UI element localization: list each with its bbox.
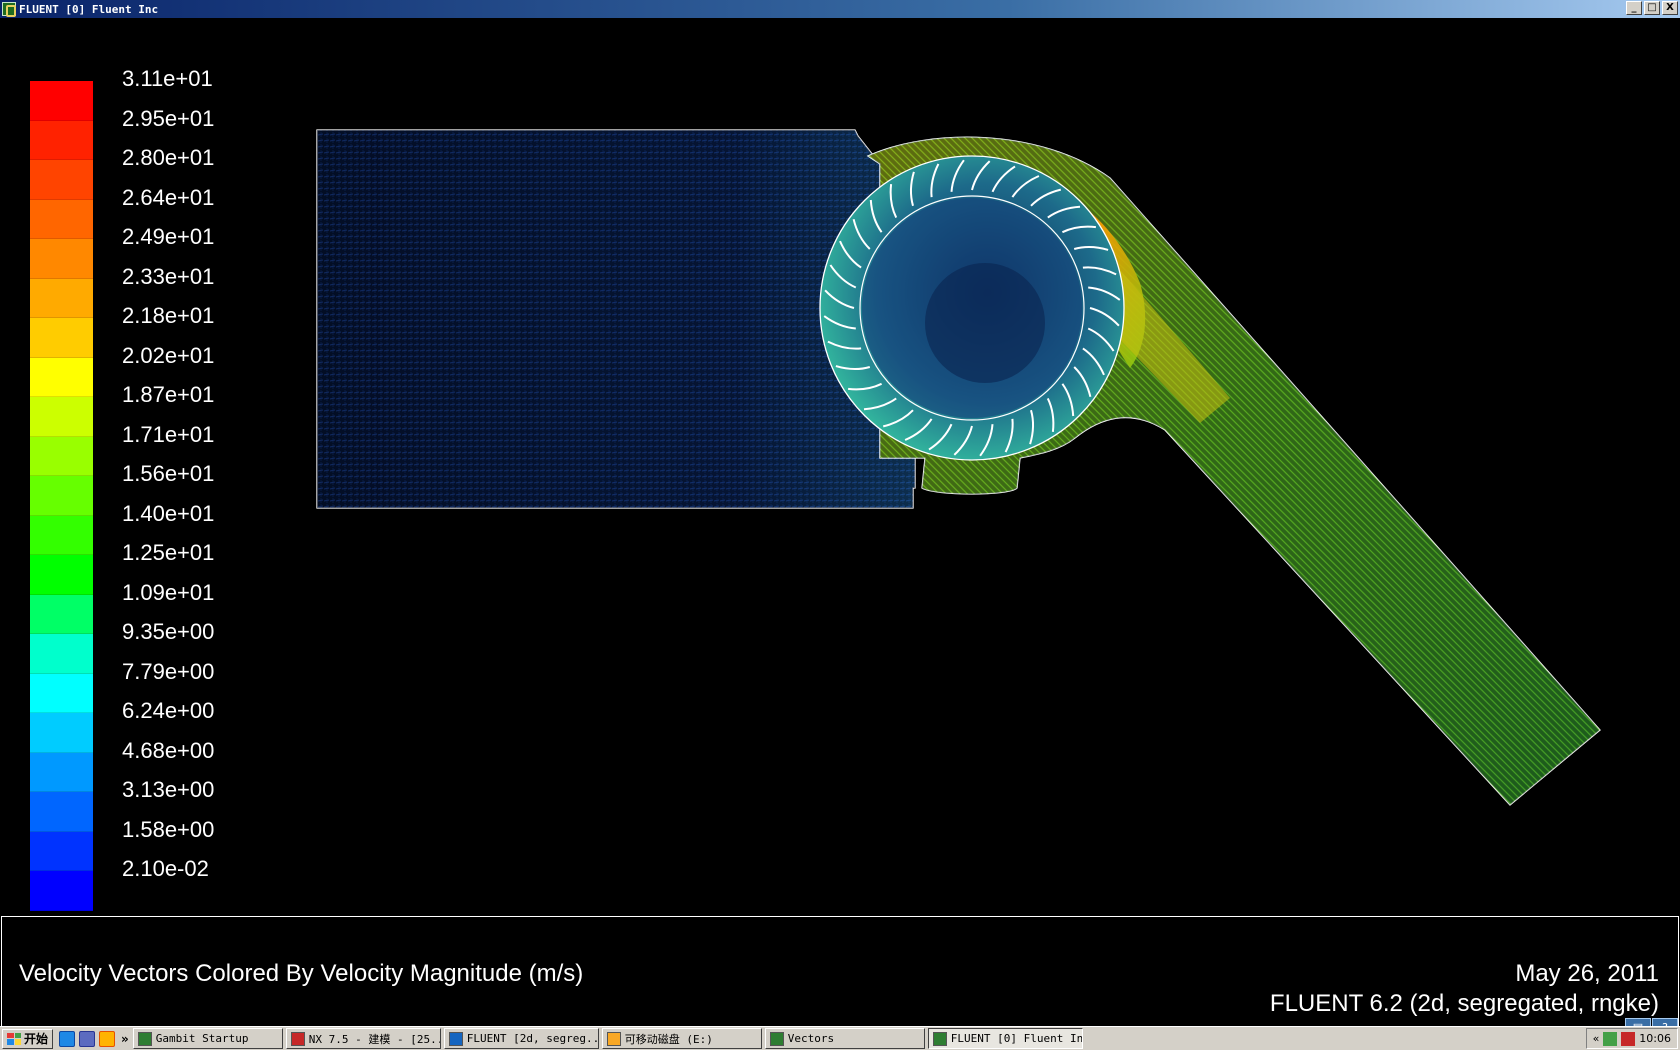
task-app-icon — [932, 1031, 947, 1046]
graphics-display[interactable]: 3.11e+01 2.95e+01 2.80e+01 2.64e+01 2.49e+01… — [0, 18, 1680, 1038]
tray-expand-icon[interactable]: « — [1593, 1032, 1600, 1045]
desktop-icon[interactable] — [79, 1030, 96, 1047]
quick-launch — [59, 1030, 116, 1047]
taskbar-task-button[interactable]: 可移动磁盘 (E:) — [601, 1028, 762, 1049]
taskbar-task-button[interactable]: FLUENT [0] Fluent Inc — [927, 1028, 1083, 1049]
window-controls: _ □ X — [1626, 1, 1678, 15]
start-button[interactable]: 开始 — [2, 1028, 54, 1049]
windows-logo-icon — [7, 1032, 21, 1045]
velocity-vector-plot — [316, 129, 1601, 806]
task-buttons: Gambit Startup NX 7.5 - 建模 - [25... FLUENT… — [132, 1028, 1086, 1049]
taskbar-task-button[interactable]: Gambit Startup — [132, 1028, 283, 1049]
network-icon[interactable] — [1603, 1031, 1618, 1046]
plot-date: May 26, 2011 — [1515, 960, 1659, 987]
window-title: FLUENT [0] Fluent Inc — [19, 2, 159, 16]
task-label: Gambit Startup — [155, 1032, 249, 1045]
task-label: Vectors — [787, 1032, 835, 1045]
browser-icon[interactable] — [59, 1030, 76, 1047]
taskbar: 开始 » Gambit Startup NX 7.5 - 建模 - [25... F… — [0, 1026, 1680, 1050]
task-label: FLUENT [2d, segreg... — [466, 1032, 599, 1045]
mail-icon[interactable] — [1621, 1031, 1636, 1046]
task-label: NX 7.5 - 建模 - [25... — [308, 1032, 441, 1046]
window-titlebar[interactable]: FLUENT [0] Fluent Inc _ □ X — [0, 0, 1680, 18]
start-label: 开始 — [24, 1032, 49, 1046]
task-label: FLUENT [0] Fluent Inc — [950, 1032, 1083, 1045]
task-app-icon — [769, 1031, 784, 1046]
taskbar-task-button[interactable]: NX 7.5 - 建模 - [25... — [285, 1028, 441, 1049]
close-button[interactable]: X — [1662, 1, 1678, 15]
task-app-icon — [137, 1031, 152, 1046]
task-app-icon — [606, 1031, 621, 1046]
taskbar-task-button[interactable]: Vectors — [764, 1028, 925, 1049]
clock: 10:06 — [1639, 1032, 1671, 1045]
task-app-icon — [448, 1031, 463, 1046]
system-tray: « 10:06 — [1585, 1028, 1678, 1049]
plot-caption: Velocity Vectors Colored By Velocity Mag… — [19, 960, 584, 987]
fluent-app-icon — [2, 2, 16, 17]
task-app-icon — [290, 1031, 305, 1046]
app-launcher-icon[interactable] — [99, 1030, 116, 1047]
minimize-button[interactable]: _ — [1626, 1, 1642, 15]
task-label: 可移动磁盘 (E:) — [624, 1032, 713, 1046]
maximize-button[interactable]: □ — [1644, 1, 1660, 15]
solver-version: FLUENT 6.2 (2d, segregated, rngke) — [1269, 990, 1659, 1017]
info-panel: Velocity Vectors Colored By Velocity Mag… — [1, 916, 1679, 1038]
fan-rotor — [819, 155, 1125, 461]
taskbar-task-button[interactable]: FLUENT [2d, segreg... — [443, 1028, 599, 1049]
more-chevron-icon[interactable]: » — [121, 1032, 129, 1046]
